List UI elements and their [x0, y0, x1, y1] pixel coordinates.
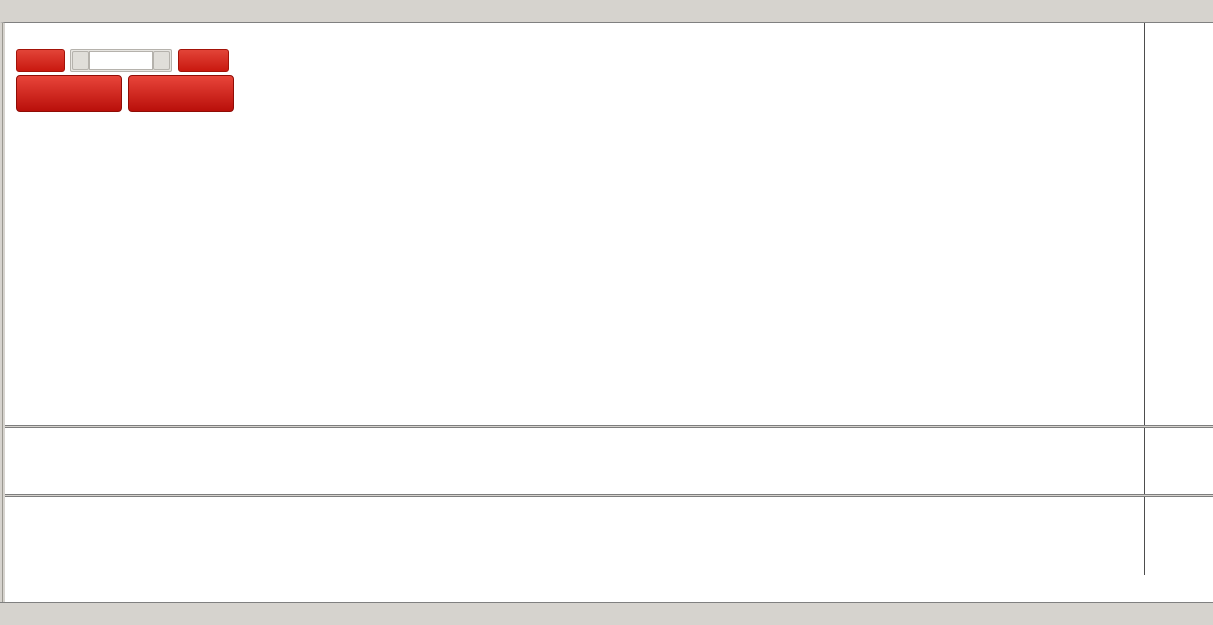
price-plot[interactable]	[6, 23, 1145, 425]
one-click-trade-panel	[16, 49, 234, 112]
volume-up-icon[interactable]	[153, 51, 170, 70]
date-axis[interactable]	[6, 575, 1213, 603]
price-chart-pane	[6, 23, 1213, 425]
rsi-axis[interactable]	[1146, 497, 1213, 575]
macd-axis[interactable]	[1146, 428, 1213, 494]
macd-plot[interactable]	[6, 428, 1145, 494]
price-axis[interactable]	[1146, 23, 1213, 425]
buy-button[interactable]	[178, 49, 229, 72]
macd-pane	[6, 428, 1213, 494]
rsi-pane	[6, 497, 1213, 575]
buy-quote-box[interactable]	[128, 75, 234, 112]
sell-quote-box[interactable]	[16, 75, 122, 112]
volume-stepper	[70, 49, 172, 72]
chart-tab-bar	[0, 602, 1213, 625]
timeframe-toolbar	[0, 0, 1213, 22]
trading-platform-window	[0, 0, 1213, 625]
volume-input[interactable]	[89, 51, 153, 70]
sell-button[interactable]	[16, 49, 65, 72]
rsi-plot[interactable]	[6, 497, 1145, 575]
volume-down-icon[interactable]	[72, 51, 89, 70]
chart-window	[0, 22, 1213, 602]
